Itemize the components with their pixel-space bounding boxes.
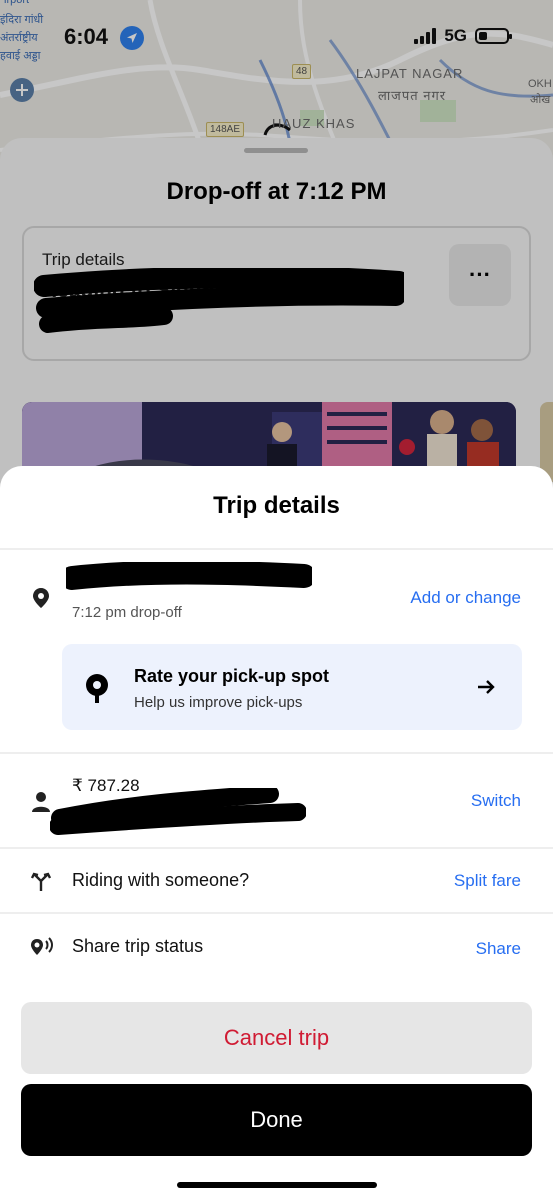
cancel-trip-button[interactable]: Cancel trip [21,1002,532,1074]
arrow-right-icon [474,675,498,699]
split-fare-icon [29,869,53,893]
redaction-scribble [50,788,306,835]
share-location-icon [29,935,53,959]
divider [0,752,553,754]
pickup-pin-icon [84,674,108,703]
divider [0,912,553,914]
add-or-change-link[interactable]: Add or change [410,588,521,608]
location-pin-icon [29,586,53,610]
dropoff-time: 7:12 pm drop-off [72,604,182,621]
rate-pickup-title: Rate your pick-up spot [134,666,330,686]
share-trip-status-label: Share trip status [72,936,204,956]
done-button[interactable]: Done [21,1084,532,1156]
divider [0,847,553,849]
share-link[interactable]: Share [476,939,521,959]
riding-with-someone-label: Riding with someone? [72,870,250,890]
divider [0,548,553,550]
rate-pickup-card[interactable]: Rate your pick-up spot Help us improve p… [62,644,522,730]
redaction-scribble [66,562,312,590]
split-fare-link[interactable]: Split fare [454,871,521,891]
switch-payment-link[interactable]: Switch [471,791,521,811]
modal-title: Trip details [213,492,340,519]
rate-pickup-subtitle: Help us improve pick-ups [134,694,303,711]
home-indicator[interactable] [177,1182,377,1188]
trip-details-modal: Trip details S 7:12 pm drop-off Add or c… [0,466,553,1200]
